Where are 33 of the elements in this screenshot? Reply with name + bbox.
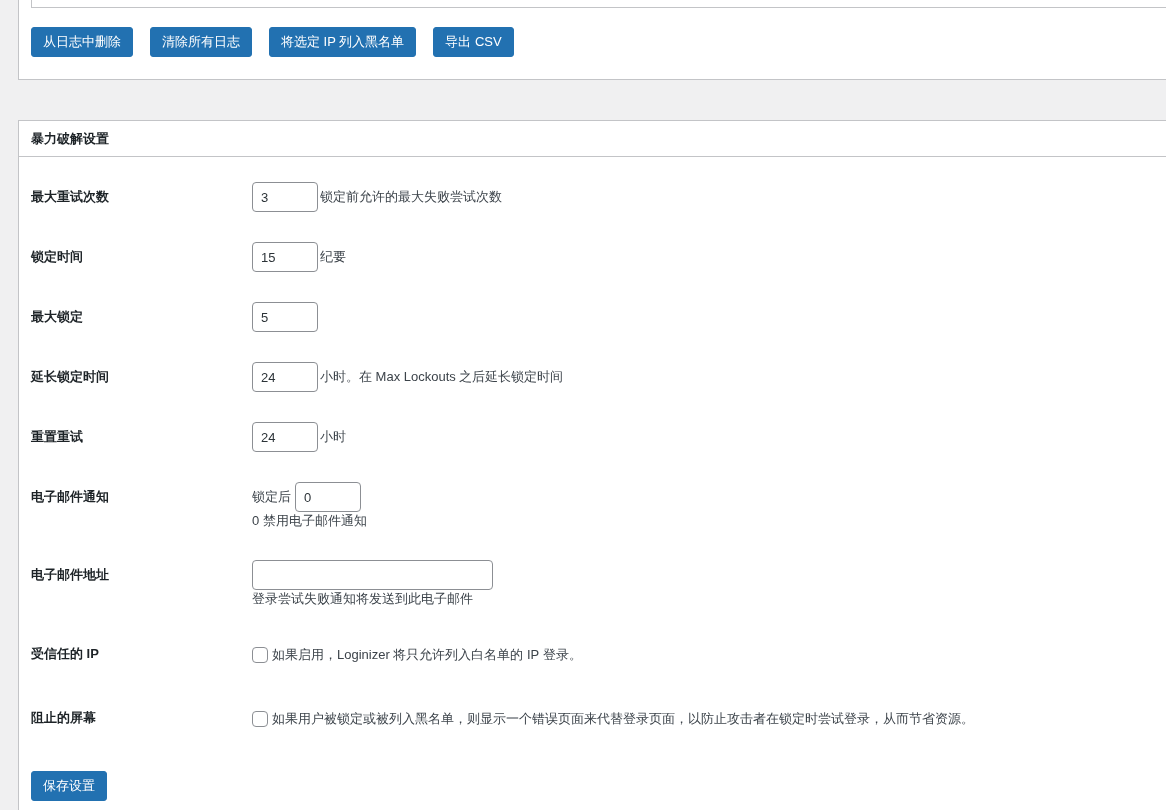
email-field[interactable] [252, 560, 493, 590]
field-hint: 小时 [320, 428, 346, 446]
field-label: 电子邮件地址 [31, 566, 110, 584]
number-field[interactable]: 5 [252, 302, 318, 332]
field-hint: 锁定前允许的最大失败尝试次数 [320, 188, 502, 206]
number-field[interactable]: 24 [252, 362, 318, 392]
checkbox-description: 如果用户被锁定或被列入黑名单，则显示一个错误页面来代替登录页面，以防止攻击者在锁定时尝试登录，从而节省资源。 [272, 710, 974, 728]
field-label: 重置重试 [31, 428, 84, 446]
number-field[interactable]: 15 [252, 242, 318, 272]
field-label: 阻止的屏幕 [31, 710, 97, 727]
field-note: 登录尝试失败通知将发送到此电子邮件 [252, 590, 474, 608]
checkbox[interactable] [252, 711, 268, 727]
field-hint: 小时。在 Max Lockouts 之后延长锁定时间 [320, 368, 564, 386]
field-label: 电子邮件通知 [31, 488, 110, 506]
action-button[interactable]: 清除所有日志 [150, 27, 252, 57]
checkbox-description: 如果启用，Loginizer 将只允许列入白名单的 IP 登录。 [272, 646, 582, 664]
number-field[interactable]: 0 [295, 482, 361, 512]
field-label: 最大重试次数 [31, 188, 110, 206]
action-button[interactable]: 将选定 IP 列入黑名单 [269, 27, 417, 57]
field-label: 最大锁定 [31, 308, 84, 326]
action-button[interactable]: 导出 CSV [433, 27, 514, 57]
field-note: 0 禁用电子邮件通知 [252, 512, 368, 530]
action-button[interactable]: 从日志中删除 [31, 27, 133, 57]
section-title: 暴力破解设置 [19, 121, 1166, 157]
field-label: 受信任的 IP [31, 646, 100, 663]
number-field[interactable]: 24 [252, 422, 318, 452]
checkbox[interactable] [252, 647, 268, 663]
field-label: 锁定时间 [31, 248, 84, 266]
field-prefix: 锁定后 [252, 488, 291, 506]
field-label: 延长锁定时间 [31, 368, 110, 386]
number-field[interactable]: 3 [252, 182, 318, 212]
field-hint: 纪要 [320, 248, 346, 266]
save-settings-button[interactable]: 保存设置 [31, 771, 107, 801]
